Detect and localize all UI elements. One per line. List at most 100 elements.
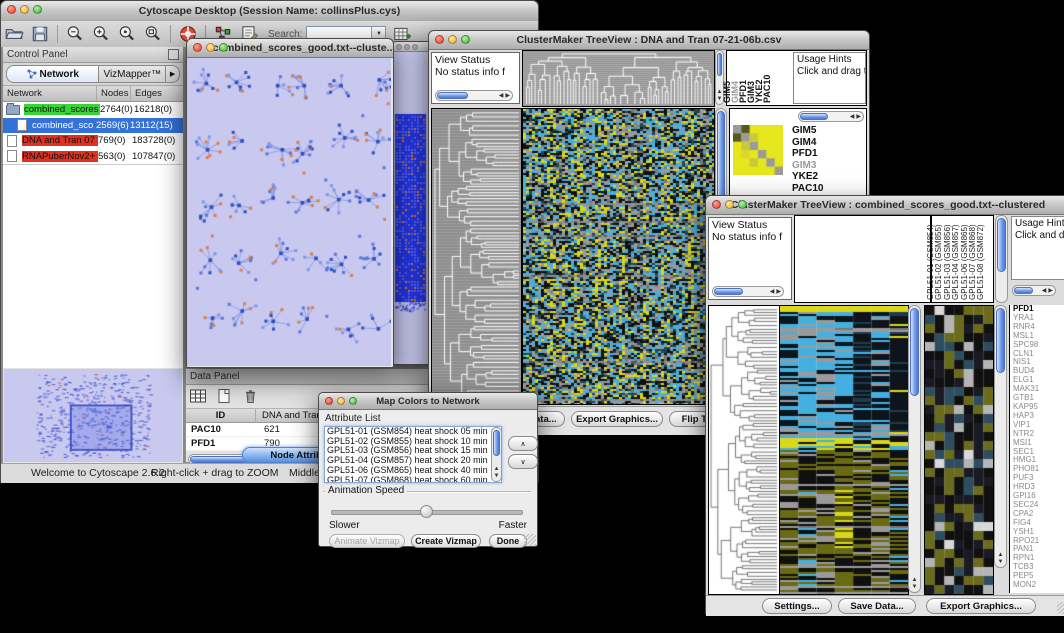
move-down-button[interactable]: ∨ <box>508 454 538 469</box>
tab-vizmapper[interactable]: VizMapper™ <box>99 65 166 83</box>
usage-hints-hscrollbar[interactable]: ◀▶ <box>1012 285 1056 296</box>
view-status-hscrollbar[interactable]: ◀▶ <box>712 286 784 297</box>
open-folder-icon[interactable] <box>4 24 24 44</box>
window-controls <box>193 43 228 52</box>
close-icon[interactable] <box>325 397 333 405</box>
tv1-row-label[interactable]: GIM5 <box>792 125 824 137</box>
network-window-title-bar[interactable]: combined_scores_good.txt--cluste... <box>187 39 393 58</box>
view-status-hscrollbar[interactable]: ◀▶ <box>435 90 513 101</box>
scroll-right-icon[interactable]: ▶ <box>775 289 782 295</box>
zoom-selected-icon[interactable] <box>117 24 137 44</box>
scroll-right-icon[interactable]: ▶ <box>1047 288 1054 294</box>
heatmap-zoom-view[interactable] <box>924 305 994 595</box>
column-tree-panel[interactable] <box>794 215 931 303</box>
network-nodes-count: 563(0) <box>98 151 132 162</box>
scroll-left-icon[interactable]: ◀ <box>849 114 856 120</box>
heatmap-global-view[interactable] <box>522 108 715 405</box>
float-panel-icon[interactable] <box>168 49 179 60</box>
row-dendrogram[interactable] <box>431 108 522 405</box>
minimize-icon[interactable] <box>404 44 410 50</box>
network-table-row-combined_sco[interactable]: combined_sco2569(6)13112(15) <box>3 118 183 134</box>
background-network-window[interactable] <box>392 41 432 365</box>
gene-labels-list[interactable]: PFD1YRA1RNR4MSL1SPC98CLN1NIS1BUD4ELG1MAK… <box>1009 305 1064 593</box>
donebutton[interactable]: Done <box>489 534 527 548</box>
scroll-left-icon[interactable]: ◀ <box>498 93 505 99</box>
attribute-table-icon[interactable] <box>189 388 208 405</box>
zoom-window-icon[interactable] <box>349 397 357 405</box>
column-nodes[interactable]: Nodes <box>97 86 131 101</box>
speed-slider-thumb[interactable] <box>420 505 433 518</box>
tv2-save-data-button[interactable]: Save Data... <box>838 598 916 614</box>
dialog-title-bar[interactable]: Map Colors to Network <box>319 393 537 410</box>
scroll-right-icon[interactable]: ▶ <box>855 114 862 120</box>
birdseye-view[interactable] <box>4 369 182 462</box>
background-window-title-bar[interactable] <box>393 42 431 52</box>
minimize-icon[interactable] <box>20 5 29 14</box>
new-attribute-icon[interactable] <box>215 388 234 405</box>
tv1-row-label[interactable]: YKE2 <box>792 171 824 183</box>
network-table-row-DNA and Tran 07[interactable]: DNA and Tran 07769(0)183728(0) <box>3 133 183 149</box>
attribute-list-vscrollbar[interactable]: ▲▼ <box>491 427 502 482</box>
close-icon[interactable] <box>193 43 202 52</box>
zoom-out-icon[interactable] <box>65 24 85 44</box>
animate-vizmapbutton[interactable]: Animate Vizmap <box>329 534 405 548</box>
close-icon[interactable] <box>7 5 16 14</box>
tv2-settings-button[interactable]: Settings... <box>762 598 832 614</box>
move-up-button[interactable]: ∧ <box>508 436 538 451</box>
zoom-panel-hscrollbar[interactable]: ◀▶ <box>798 111 864 122</box>
zoom-window-icon[interactable] <box>738 200 747 209</box>
tv1-row-label[interactable]: GIM4 <box>792 137 824 149</box>
tv1-row-label[interactable]: PFD1 <box>792 148 824 160</box>
zoom-window-icon[interactable] <box>219 43 228 52</box>
zoom-window-icon[interactable] <box>461 35 470 44</box>
close-icon[interactable] <box>396 44 402 50</box>
scroll-right-icon[interactable]: ▶ <box>504 93 511 99</box>
column-network[interactable]: Network <box>3 86 97 101</box>
tv1-row-label[interactable]: GIM3 <box>792 160 824 172</box>
create-vizmapbutton[interactable]: Create Vizmap <box>411 534 481 548</box>
network-table-row-combined_scores[interactable]: combined_scores2764(0)16218(0) <box>3 102 183 118</box>
zoom-vscrollbar[interactable]: ▲▼ <box>994 305 1007 568</box>
resize-grip[interactable] <box>1057 602 1064 614</box>
minimize-icon[interactable] <box>448 35 457 44</box>
row-dendrogram[interactable] <box>708 305 780 595</box>
zoom-in-icon[interactable] <box>91 24 111 44</box>
close-icon[interactable] <box>712 200 721 209</box>
network-edges-count: 183728(0) <box>132 135 183 146</box>
network-table-row-RNAPuberNov2+[interactable]: RNAPuberNov2+563(0)107847(0) <box>3 149 183 165</box>
treeview1-title-bar[interactable]: ClusterMaker TreeView : DNA and Tran 07-… <box>429 31 869 50</box>
minimize-icon[interactable] <box>206 43 215 52</box>
delete-attribute-icon[interactable] <box>241 388 260 405</box>
tab-network[interactable]: Network <box>6 65 99 83</box>
scroll-left-icon[interactable]: ◀ <box>769 289 776 295</box>
save-icon[interactable] <box>30 24 50 44</box>
heatmap-vscrollbar[interactable]: ▲▼ <box>908 305 921 593</box>
tv1-row-label[interactable]: PAC10 <box>792 183 824 195</box>
column-edges[interactable]: Edges <box>131 86 183 101</box>
column-dendrogram[interactable] <box>522 50 715 107</box>
main-title-bar[interactable]: Cytoscape Desktop (Session Name: collins… <box>1 1 538 22</box>
minimize-icon[interactable] <box>725 200 734 209</box>
minimize-icon[interactable] <box>337 397 345 405</box>
heatmap-global-view[interactable] <box>779 305 909 595</box>
tv2-export-graphics-button[interactable]: Export Graphics... <box>926 598 1036 614</box>
column-labels-vscrollbar[interactable] <box>995 215 1008 303</box>
scroll-left-icon[interactable]: ◀ <box>1041 288 1048 294</box>
network-canvas[interactable] <box>187 58 391 366</box>
tv1-export-graphics-button[interactable]: Export Graphics... <box>571 411 663 427</box>
attribute-list[interactable]: GPL51-01 (GSM854) heat shock 05 minGPL51… <box>324 426 502 483</box>
usage-hints-text: Click and drag <box>1015 230 1064 242</box>
treeview2-title-bar[interactable]: ClusterMaker TreeView : combined_scores_… <box>706 196 1064 215</box>
grid-network-canvas[interactable] <box>393 52 429 364</box>
treeview2-title: ClusterMaker TreeView : combined_scores_… <box>731 199 1045 211</box>
gene-label-MON2[interactable]: MON2 <box>1013 581 1064 590</box>
zoom-window-icon[interactable] <box>33 5 42 14</box>
attribute-list-item[interactable]: GPL51-07 (GSM868) heat shock 60 min <box>325 476 501 483</box>
tab-overflow-button[interactable]: ▶ <box>166 65 180 83</box>
column-id[interactable]: ID <box>186 409 256 422</box>
zoom-matrix[interactable] <box>733 125 783 175</box>
zoom-fit-icon[interactable] <box>143 24 163 44</box>
resize-grip[interactable] <box>524 534 536 546</box>
zoom-window-icon[interactable] <box>412 44 418 50</box>
close-icon[interactable] <box>435 35 444 44</box>
